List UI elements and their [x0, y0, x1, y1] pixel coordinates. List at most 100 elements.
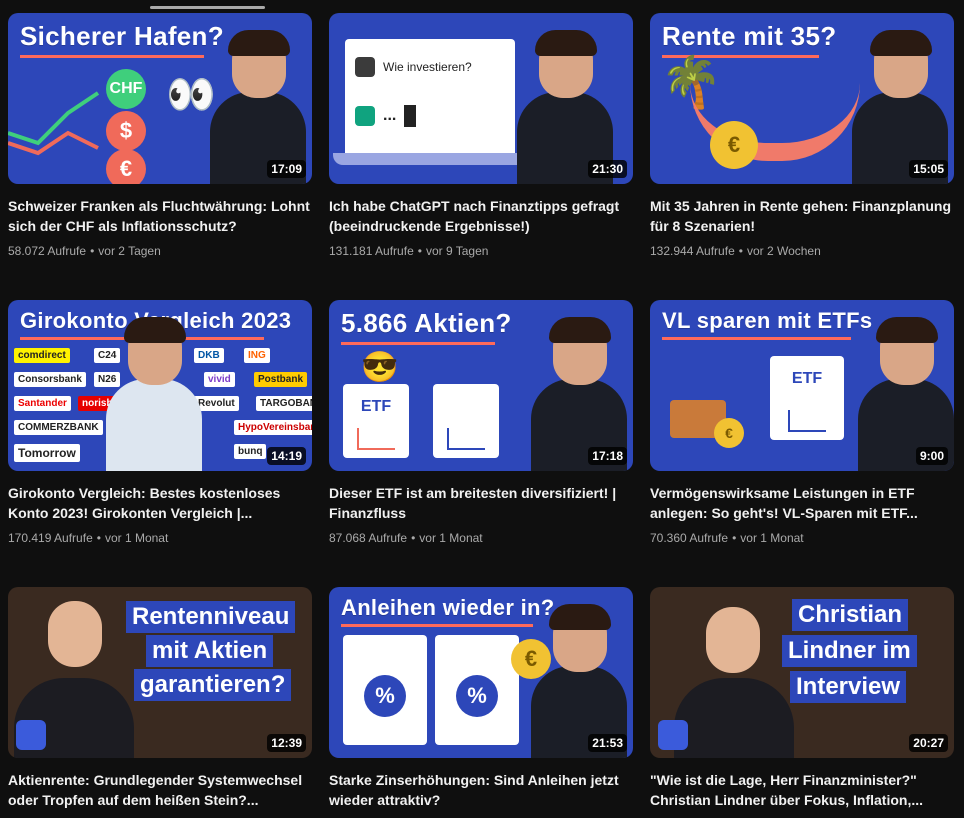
bank-logo: Consorsbank [14, 372, 86, 387]
person-image [674, 678, 794, 758]
scroll-indicator [150, 6, 265, 9]
video-card[interactable]: 5.866 Aktien? ETF 😎 17:18 Dieser ETF ist… [329, 300, 633, 587]
view-count: 132.944 Aufrufe [650, 244, 735, 258]
thumbnail-text: Sicherer Hafen? [20, 21, 224, 58]
meta-dot: • [90, 244, 95, 258]
upload-age: vor 9 Tagen [425, 244, 489, 258]
video-card[interactable]: Anleihen wieder in? % % € 21:53 Starke Z… [329, 587, 633, 818]
video-thumbnail[interactable]: Girokonto Vergleich 2023 comdirect C24 D… [8, 300, 312, 471]
video-meta: 170.419 Aufrufe • vor 1 Monat [8, 531, 312, 545]
video-meta: 58.072 Aufrufe • vor 2 Tagen [8, 244, 312, 258]
bank-logo: comdirect [14, 348, 70, 363]
thumbnail-text-line: Lindner im [782, 635, 917, 667]
thumbnail-text-line: Christian [792, 599, 909, 631]
bank-logo: TARGOBANK [256, 396, 312, 411]
meta-dot: • [732, 531, 737, 545]
video-card[interactable]: Rente mit 35? 🌴 € 15:05 Mit 35 Jahren in… [650, 13, 954, 300]
money-bag-icon: € [710, 121, 758, 169]
thumbnail-text: VL sparen mit ETFs [662, 308, 872, 340]
view-count: 131.181 Aufrufe [329, 244, 414, 258]
thumbnail-text-line: Interview [790, 671, 907, 703]
video-duration: 15:05 [909, 160, 948, 178]
video-thumbnail[interactable]: Sicherer Hafen? CHF $ € 👀 17:09 [8, 13, 312, 184]
video-duration: 14:19 [267, 447, 306, 465]
video-card[interactable]: Sicherer Hafen? CHF $ € 👀 17:09 Schweize… [8, 13, 312, 300]
etf-label: ETF [360, 398, 392, 415]
bank-logo: vivid [204, 372, 235, 387]
person-head [706, 607, 760, 673]
chart-icon [357, 428, 395, 450]
video-grid: Sicherer Hafen? CHF $ € 👀 17:09 Schweize… [8, 13, 954, 818]
video-card[interactable]: Girokonto Vergleich 2023 comdirect C24 D… [8, 300, 312, 587]
video-title[interactable]: Vermögenswirksame Leistungen in ETF anle… [650, 483, 954, 523]
bank-logo: Santander [14, 396, 71, 411]
video-thumbnail[interactable]: 5.866 Aktien? ETF 😎 17:18 [329, 300, 633, 471]
video-card[interactable]: Wie investieren? ... 21:30 Ich habe Chat… [329, 13, 633, 300]
video-thumbnail[interactable]: Rentenniveau mit Aktien garantieren? 12:… [8, 587, 312, 758]
meta-dot: • [417, 244, 422, 258]
factory-card [433, 384, 499, 458]
video-title[interactable]: Ich habe ChatGPT nach Finanztipps gefrag… [329, 196, 633, 236]
chat-window: Wie investieren? ... [345, 39, 515, 159]
video-meta: 132.944 Aufrufe • vor 2 Wochen [650, 244, 954, 258]
view-count: 58.072 Aufrufe [8, 244, 87, 258]
bank-logo: bunq [234, 444, 267, 459]
cursor-icon [404, 105, 417, 127]
video-title[interactable]: Starke Zinserhöhungen: Sind Anleihen jet… [329, 770, 633, 810]
bank-logo: HypoVereinsbank [234, 420, 312, 435]
etf-card: ETF [343, 384, 409, 458]
video-title[interactable]: Dieser ETF ist am breitesten diversifizi… [329, 483, 633, 523]
thumbnail-text-line: Rentenniveau [126, 601, 296, 633]
bank-logo: COMMERZBANK [14, 420, 103, 435]
company-card: % [435, 635, 519, 745]
video-thumbnail[interactable]: Rente mit 35? 🌴 € 15:05 [650, 13, 954, 184]
eyes-icon: 👀 [166, 73, 216, 117]
percent-icon: % [364, 674, 406, 717]
etf-card: ETF [770, 356, 844, 440]
video-meta: 70.360 Aufrufe • vor 1 Monat [650, 531, 954, 545]
channel-logo-icon [16, 720, 46, 750]
chart-icon [447, 428, 485, 450]
video-title[interactable]: Aktienrente: Grundlegender Systemwechsel… [8, 770, 312, 810]
video-title[interactable]: Schweizer Franken als Fluchtwährung: Loh… [8, 196, 312, 236]
upload-age: vor 2 Tagen [98, 244, 161, 258]
view-count: 170.419 Aufrufe [8, 531, 93, 545]
thumbnail-text-line: garantieren? [134, 669, 292, 701]
video-duration: 17:09 [267, 160, 306, 178]
video-card[interactable]: VL sparen mit ETFs ETF € 9:00 Vermögensw… [650, 300, 954, 587]
upload-age: vor 1 Monat [419, 531, 483, 545]
video-thumbnail[interactable]: Anleihen wieder in? % % € 21:53 [329, 587, 633, 758]
thumbnail-text-line: mit Aktien [146, 635, 274, 667]
chat-question: Wie investieren? [383, 60, 472, 74]
channel-logo-icon [658, 720, 688, 750]
video-card[interactable]: Christian Lindner im Interview 20:27 "Wi… [650, 587, 954, 818]
euro-coin-icon: € [714, 418, 744, 448]
bank-card: % [343, 635, 427, 745]
video-card[interactable]: Rentenniveau mit Aktien garantieren? 12:… [8, 587, 312, 818]
bank-logo: Tomorrow [14, 444, 80, 462]
etf-label: ETF [791, 370, 823, 387]
cool-emoji-icon: 😎 [361, 351, 399, 384]
chart-lines-icon [8, 91, 100, 156]
user-avatar-icon [355, 57, 375, 77]
percent-icon: % [456, 674, 498, 717]
chatgpt-icon [355, 106, 375, 126]
meta-dot: • [96, 531, 101, 545]
video-thumbnail[interactable]: VL sparen mit ETFs ETF € 9:00 [650, 300, 954, 471]
upload-age: vor 1 Monat [740, 531, 804, 545]
video-thumbnail[interactable]: Christian Lindner im Interview 20:27 [650, 587, 954, 758]
video-title[interactable]: Girokonto Vergleich: Bestes kostenloses … [8, 483, 312, 523]
view-count: 87.068 Aufrufe [329, 531, 408, 545]
thumbnail-text: Anleihen wieder in? [341, 595, 555, 627]
video-thumbnail[interactable]: Wie investieren? ... 21:30 [329, 13, 633, 184]
chart-icon [788, 410, 826, 432]
thumbnail-text: 5.866 Aktien? [341, 308, 512, 345]
video-title[interactable]: Mit 35 Jahren in Rente gehen: Finanzplan… [650, 196, 954, 236]
meta-dot: • [411, 531, 416, 545]
chat-answer: ... [383, 107, 397, 124]
upload-age: vor 1 Monat [104, 531, 169, 545]
video-duration: 12:39 [267, 734, 306, 752]
video-title[interactable]: "Wie ist die Lage, Herr Finanzminister?"… [650, 770, 954, 810]
person-head [48, 601, 102, 667]
video-duration: 20:27 [909, 734, 948, 752]
